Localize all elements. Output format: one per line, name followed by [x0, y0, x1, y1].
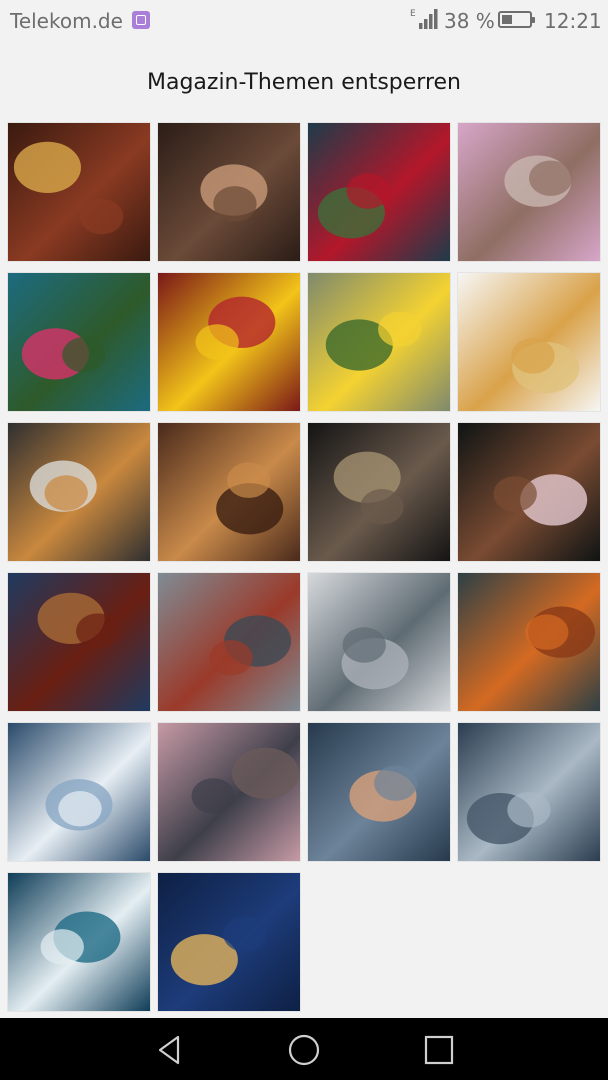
theme-tile[interactable] [157, 122, 301, 262]
theme-tile[interactable] [307, 722, 451, 862]
header: Magazin-Themen entsperren [0, 42, 608, 122]
recents-icon[interactable] [421, 1032, 457, 1068]
theme-tile[interactable] [157, 422, 301, 562]
theme-tile[interactable] [307, 272, 451, 412]
theme-tile[interactable] [457, 422, 601, 562]
tea-set-image [158, 123, 300, 261]
theme-tile[interactable] [307, 422, 451, 562]
theme-tile[interactable] [157, 722, 301, 862]
theme-tile[interactable] [457, 122, 601, 262]
page-title: Magazin-Themen entsperren [146, 69, 461, 95]
spices-image [8, 423, 150, 561]
theme-tile[interactable] [7, 122, 151, 262]
status-bar: Telekom.de E 38 % 12:21 [0, 0, 608, 42]
back-icon[interactable] [152, 1032, 188, 1068]
roses-image [8, 273, 150, 411]
mont-saint-michel-image [158, 873, 300, 1011]
carrier-name: Telekom.de [10, 9, 123, 33]
battery-percent: 38 % [444, 9, 495, 33]
bridge-image [308, 573, 450, 711]
theme-tile[interactable] [157, 872, 301, 1012]
brick-building-image [158, 573, 300, 711]
chess-image [158, 423, 300, 561]
theme-tile[interactable] [7, 422, 151, 562]
theme-tile[interactable] [157, 572, 301, 712]
peony-image [458, 123, 600, 261]
navigation-bar [0, 1018, 608, 1080]
home-icon[interactable] [286, 1032, 322, 1068]
theme-tile[interactable] [307, 572, 451, 712]
autumn-leaves-image [458, 573, 600, 711]
theme-tile[interactable] [457, 722, 601, 862]
theme-tile[interactable] [157, 272, 301, 412]
tea-glass-image [8, 573, 150, 711]
signal-icon: E [410, 9, 438, 29]
clock: 12:21 [544, 9, 602, 33]
cloudy-sky-image [308, 723, 450, 861]
blossom-image [458, 423, 600, 561]
battery-icon [498, 11, 535, 28]
theme-tile[interactable] [7, 272, 151, 412]
network-type-label: E [410, 9, 416, 19]
red-flowers-image [308, 123, 450, 261]
ocean-wave-image [8, 873, 150, 1011]
gallery-icon [132, 11, 150, 29]
golf-clubs-image [8, 123, 150, 261]
theme-tile[interactable] [457, 272, 601, 412]
waffles-image [458, 273, 600, 411]
theme-grid [7, 122, 601, 1018]
battery-level [502, 15, 512, 24]
theme-tile[interactable] [7, 722, 151, 862]
theme-tile[interactable] [7, 872, 151, 1012]
sea-pier-image [158, 723, 300, 861]
theme-tile[interactable] [307, 122, 451, 262]
frost-image [8, 723, 150, 861]
chair-image [308, 423, 450, 561]
dark-clouds-image [458, 723, 600, 861]
daffodils-image [308, 273, 450, 411]
theme-tile[interactable] [457, 572, 601, 712]
fruit-bowl-image [158, 273, 300, 411]
theme-tile[interactable] [7, 572, 151, 712]
